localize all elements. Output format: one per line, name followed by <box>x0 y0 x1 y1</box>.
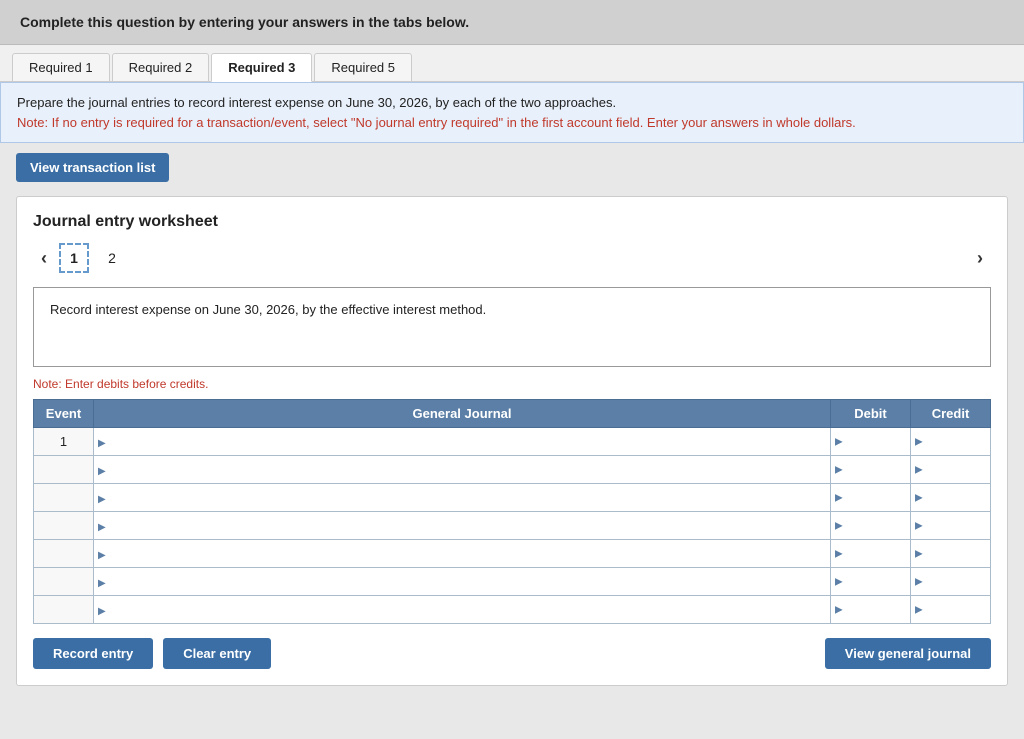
table-row <box>34 568 991 596</box>
view-transaction-button[interactable]: View transaction list <box>16 153 169 182</box>
event-cell-4 <box>34 540 94 568</box>
event-cell-6 <box>34 596 94 624</box>
description-box: Record interest expense on June 30, 2026… <box>33 287 991 367</box>
general-journal-cell-4[interactable] <box>94 540 831 568</box>
prev-arrow[interactable]: ‹ <box>33 246 55 271</box>
credit-cell-2[interactable] <box>911 484 991 512</box>
table-row: 1 <box>34 428 991 456</box>
credit-cell-5[interactable] <box>911 568 991 596</box>
table-row <box>34 596 991 624</box>
general-journal-cell-2[interactable] <box>94 484 831 512</box>
action-buttons-row: Record entry Clear entry View general jo… <box>33 638 991 669</box>
event-cell-1 <box>34 456 94 484</box>
table-row <box>34 512 991 540</box>
credit-cell-1[interactable] <box>911 456 991 484</box>
banner-text: Complete this question by entering your … <box>20 14 469 30</box>
event-cell-3 <box>34 512 94 540</box>
table-row <box>34 540 991 568</box>
col-header-general-journal: General Journal <box>94 400 831 428</box>
event-cell-5 <box>34 568 94 596</box>
worksheet-title: Journal entry worksheet <box>33 213 991 231</box>
debit-cell-4[interactable] <box>831 540 911 568</box>
debit-cell-5[interactable] <box>831 568 911 596</box>
col-header-event: Event <box>34 400 94 428</box>
view-transaction-area: View transaction list <box>0 143 1024 192</box>
tab-required-3[interactable]: Required 3 <box>211 53 312 82</box>
journal-table: Event General Journal Debit Credit 1 <box>33 399 991 624</box>
general-journal-cell-0[interactable] <box>94 428 831 456</box>
description-text: Record interest expense on June 30, 2026… <box>50 302 486 317</box>
credit-cell-4[interactable] <box>911 540 991 568</box>
pagination-row: ‹ 1 2 › <box>33 243 991 273</box>
page-1-button[interactable]: 1 <box>59 243 89 273</box>
next-arrow[interactable]: › <box>969 246 991 271</box>
col-header-debit: Debit <box>831 400 911 428</box>
debit-cell-2[interactable] <box>831 484 911 512</box>
tabs-bar: Required 1 Required 2 Required 3 Require… <box>0 45 1024 82</box>
debit-cell-3[interactable] <box>831 512 911 540</box>
top-banner: Complete this question by entering your … <box>0 0 1024 45</box>
tab-required-1[interactable]: Required 1 <box>12 53 110 81</box>
event-cell-2 <box>34 484 94 512</box>
table-row <box>34 484 991 512</box>
worksheet-container: Journal entry worksheet ‹ 1 2 › Record i… <box>16 196 1008 686</box>
debit-cell-6[interactable] <box>831 596 911 624</box>
general-journal-cell-5[interactable] <box>94 568 831 596</box>
general-journal-cell-6[interactable] <box>94 596 831 624</box>
credit-cell-3[interactable] <box>911 512 991 540</box>
credit-cell-0[interactable] <box>911 428 991 456</box>
general-journal-cell-3[interactable] <box>94 512 831 540</box>
general-journal-cell-1[interactable] <box>94 456 831 484</box>
debit-cell-1[interactable] <box>831 456 911 484</box>
event-cell-0: 1 <box>34 428 94 456</box>
instructions-note-text: Note: If no entry is required for a tran… <box>17 115 856 130</box>
debit-cell-0[interactable] <box>831 428 911 456</box>
page-2-button[interactable]: 2 <box>97 243 127 273</box>
tab-required-2[interactable]: Required 2 <box>112 53 210 81</box>
clear-entry-button[interactable]: Clear entry <box>163 638 271 669</box>
table-row <box>34 456 991 484</box>
credit-cell-6[interactable] <box>911 596 991 624</box>
note-debits: Note: Enter debits before credits. <box>33 377 991 391</box>
record-entry-button[interactable]: Record entry <box>33 638 153 669</box>
instructions-box: Prepare the journal entries to record in… <box>0 82 1024 143</box>
col-header-credit: Credit <box>911 400 991 428</box>
instructions-main-text: Prepare the journal entries to record in… <box>17 95 616 110</box>
tab-required-5[interactable]: Required 5 <box>314 53 412 81</box>
view-general-journal-button[interactable]: View general journal <box>825 638 991 669</box>
